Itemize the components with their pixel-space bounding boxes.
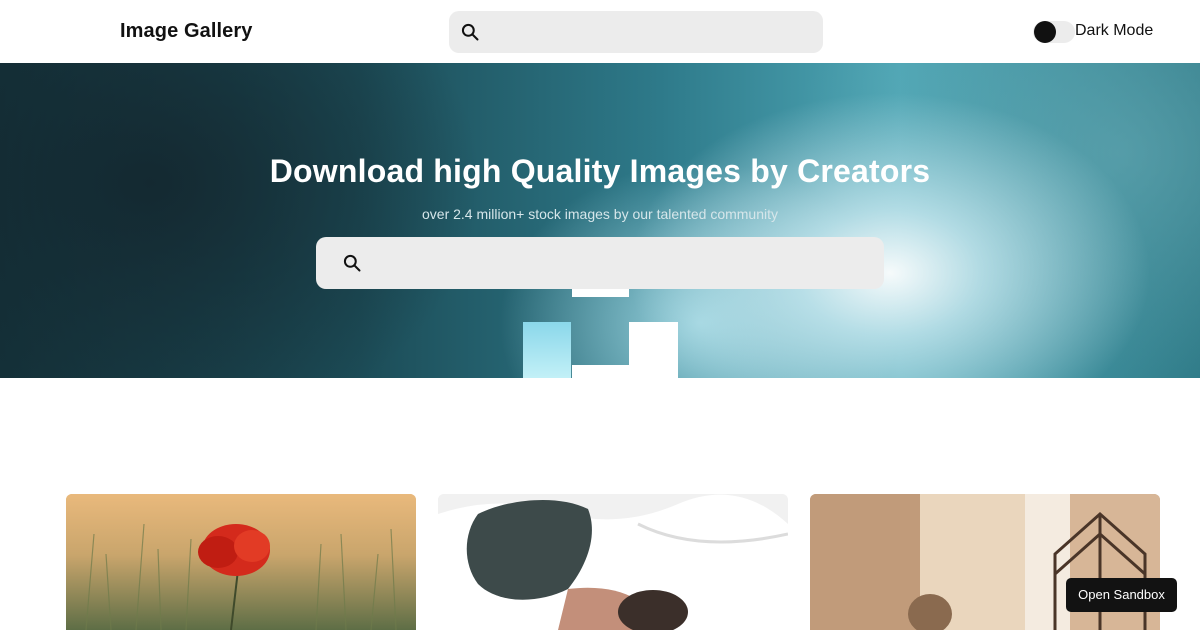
poppy-image (66, 494, 416, 630)
gallery-card-sleeping[interactable] (438, 494, 788, 630)
header-search-input[interactable] (489, 11, 815, 53)
hero-subtitle: over 2.4 million+ stock images by our ta… (422, 206, 778, 222)
hero-background-shape (572, 365, 630, 378)
sleeping-person-image (438, 494, 788, 630)
search-icon (343, 254, 361, 272)
hero-background-shape (572, 288, 629, 297)
site-logo[interactable]: Image Gallery (120, 20, 252, 43)
hero-banner: Download high Quality Images by Creators… (0, 63, 1200, 378)
top-navbar: Image Gallery Dark Mode (0, 0, 1200, 63)
header-search-box[interactable] (449, 11, 823, 53)
search-icon (461, 23, 479, 41)
hero-search-input[interactable] (376, 237, 866, 289)
open-sandbox-button[interactable]: Open Sandbox (1066, 578, 1177, 612)
hero-search-box[interactable] (316, 237, 884, 289)
dark-mode-label: Dark Mode (1075, 22, 1154, 39)
dark-mode-toggle[interactable] (1033, 21, 1075, 43)
gallery-card-poppy[interactable] (66, 494, 416, 630)
hero-title: Download high Quality Images by Creators (269, 153, 931, 189)
hero-background-shape (523, 322, 571, 378)
hero-background-shape (629, 322, 678, 378)
toggle-knob (1034, 21, 1056, 43)
